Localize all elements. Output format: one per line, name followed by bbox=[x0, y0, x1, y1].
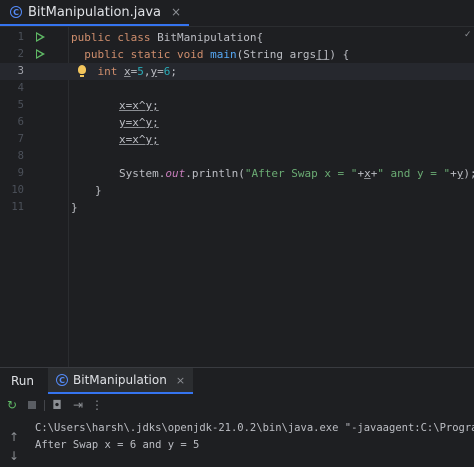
method-name: main bbox=[210, 48, 237, 61]
run-panel-header: Run C BitManipulation × bbox=[0, 368, 474, 394]
var-x: x bbox=[124, 65, 131, 78]
system-class: System. bbox=[119, 167, 166, 180]
code-line[interactable]: 11 } bbox=[0, 199, 474, 216]
line-number: 9 bbox=[17, 167, 24, 179]
stop-icon[interactable] bbox=[28, 401, 36, 409]
code-line[interactable]: 8 bbox=[0, 148, 474, 165]
class-icon: C bbox=[10, 6, 22, 18]
line-number: 3 bbox=[17, 65, 24, 77]
operator: = bbox=[157, 65, 164, 78]
down-arrow-icon[interactable]: ↓ bbox=[7, 449, 21, 463]
method-call: .println( bbox=[185, 167, 245, 180]
code-line[interactable]: 6 y=x^y; bbox=[0, 114, 474, 131]
up-arrow-icon[interactable]: ↑ bbox=[7, 430, 21, 444]
line-number: 2 bbox=[17, 48, 24, 60]
code-line[interactable]: 4 bbox=[0, 80, 474, 97]
code-line[interactable]: 1 public class BitManipulation{ bbox=[0, 29, 474, 46]
comma: , bbox=[143, 65, 151, 78]
code-line[interactable]: 10 } bbox=[0, 182, 474, 199]
line-number: 10 bbox=[11, 184, 24, 196]
editor-tab-label: BitManipulation.java bbox=[28, 4, 162, 20]
operator: + bbox=[450, 167, 457, 180]
camera-icon[interactable]: ◘ bbox=[50, 398, 64, 412]
line-number: 5 bbox=[17, 99, 24, 111]
run-gutter-icon[interactable] bbox=[36, 32, 45, 42]
keyword: void bbox=[177, 48, 204, 61]
console-output[interactable]: C:\Users\harsh\.jdks\openjdk-21.0.2\bin\… bbox=[35, 420, 474, 454]
line-number: 7 bbox=[17, 133, 24, 145]
paren-brace: ) { bbox=[329, 48, 350, 61]
field-out: out bbox=[165, 167, 186, 180]
keyword: static bbox=[130, 48, 171, 61]
exit-icon[interactable]: ⇥ bbox=[71, 398, 85, 412]
rerun-icon[interactable]: ↻ bbox=[5, 398, 19, 412]
toolbar-divider bbox=[44, 400, 45, 411]
paren-semi: ); bbox=[463, 167, 474, 180]
run-panel-title[interactable]: Run bbox=[11, 368, 34, 394]
code-editor[interactable]: ✓ 1 public class BitManipulation{ 2 publ… bbox=[0, 27, 474, 367]
editor-tab-bar: C BitManipulation.java × bbox=[0, 0, 474, 27]
semicolon: ; bbox=[170, 65, 177, 78]
statement: x=x^y; bbox=[119, 99, 159, 112]
class-icon: C bbox=[56, 374, 68, 386]
line-number: 4 bbox=[17, 82, 24, 94]
closing-brace: } bbox=[71, 201, 78, 214]
brackets: [] bbox=[316, 48, 330, 61]
class-name: BitManipulation{ bbox=[157, 31, 264, 44]
var-x: x bbox=[364, 167, 371, 180]
editor-tab-bitmanipulation[interactable]: C BitManipulation.java × bbox=[0, 0, 190, 26]
close-icon[interactable]: × bbox=[176, 374, 185, 387]
console-line: After Swap x = 6 and y = 5 bbox=[35, 439, 200, 451]
code-line[interactable]: 5 x=x^y; bbox=[0, 97, 474, 114]
keyword: public bbox=[84, 48, 124, 61]
statement: y=x^y; bbox=[119, 116, 159, 129]
keyword: int bbox=[97, 65, 118, 78]
closing-brace: } bbox=[95, 184, 102, 197]
code-line[interactable]: 2 public static void main(String args[])… bbox=[0, 46, 474, 63]
line-number: 6 bbox=[17, 116, 24, 128]
run-tab-bitmanipulation[interactable]: C BitManipulation × bbox=[48, 368, 194, 394]
console-side-toolbar: ↑ ↓ bbox=[0, 416, 28, 467]
run-gutter-icon[interactable] bbox=[36, 49, 45, 59]
params: (String args bbox=[236, 48, 317, 61]
line-number: 11 bbox=[11, 201, 24, 213]
code-line[interactable]: 7 x=x^y; bbox=[0, 131, 474, 148]
code-line-current[interactable]: 3 int x=5,y=6; bbox=[0, 63, 474, 80]
keyword: class bbox=[117, 31, 151, 44]
line-number: 1 bbox=[17, 31, 24, 43]
line-number: 8 bbox=[17, 150, 24, 162]
run-tab-label: BitManipulation bbox=[73, 373, 167, 387]
close-icon[interactable]: × bbox=[171, 5, 181, 19]
run-panel: Run C BitManipulation × ↻ ◘ ⇥ ⋮ ↑ ↓ C:\U… bbox=[0, 367, 474, 467]
run-toolbar: ↻ ◘ ⇥ ⋮ bbox=[0, 395, 474, 415]
keyword: public bbox=[71, 31, 111, 44]
more-icon[interactable]: ⋮ bbox=[90, 398, 104, 412]
string-literal: " and y = " bbox=[377, 167, 451, 180]
string-literal: "After Swap x = " bbox=[244, 167, 358, 180]
number: 5 bbox=[137, 65, 144, 78]
statement: x=x^y; bbox=[119, 133, 159, 146]
code-line[interactable]: 9 System.out.println("After Swap x = " + x… bbox=[0, 165, 474, 182]
console-line: C:\Users\harsh\.jdks\openjdk-21.0.2\bin\… bbox=[35, 422, 474, 434]
